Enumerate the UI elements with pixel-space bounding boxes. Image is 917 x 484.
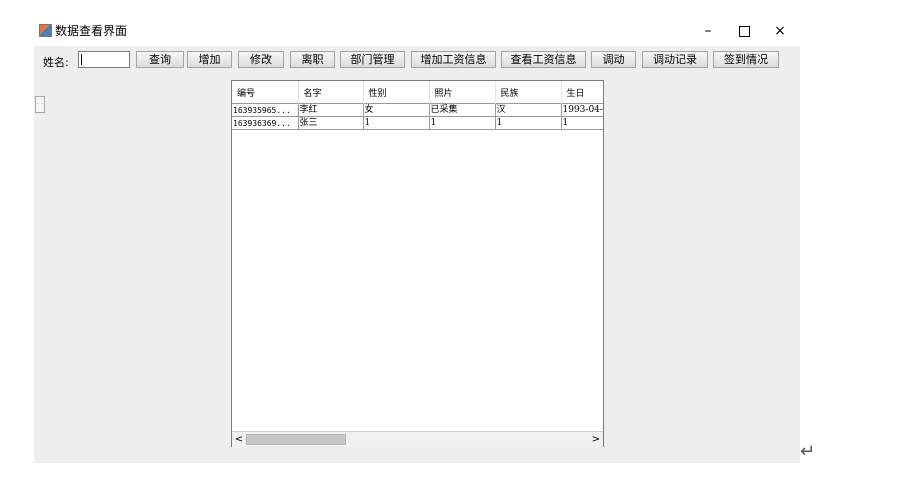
table-header-row: 编号 名字 性别 照片 民族 生日 — [232, 81, 603, 104]
title-bar[interactable]: 数据查看界面 – × — [34, 16, 800, 46]
cell-id[interactable]: 163936369... — [232, 116, 299, 130]
employee-table: 编号 名字 性别 照片 民族 生日 163935965... 李红 女 已采集 — [232, 81, 603, 130]
column-header-id[interactable]: 编号 — [232, 81, 299, 104]
cell-name[interactable]: 李红 — [298, 103, 364, 117]
cell-birthday[interactable]: 1 — [561, 116, 603, 130]
department-manage-button[interactable]: 部门管理 — [340, 51, 405, 68]
side-drag-handle[interactable]: · · — [35, 96, 45, 113]
add-salary-button[interactable]: 增加工资信息 — [411, 51, 496, 68]
maximize-icon — [738, 25, 750, 37]
cell-photo[interactable]: 已采集 — [429, 103, 496, 117]
edit-button[interactable]: 修改 — [238, 51, 284, 68]
cell-gender[interactable]: 1 — [363, 116, 430, 130]
cell-id[interactable]: 163935965... — [232, 103, 299, 117]
name-label: 姓名: — [43, 56, 69, 69]
close-button[interactable]: × — [762, 16, 798, 46]
column-header-birthday[interactable]: 生日 — [561, 81, 603, 104]
scroll-right-arrow-icon[interactable]: > — [589, 432, 603, 447]
query-button[interactable]: 查询 — [136, 51, 184, 68]
resign-button[interactable]: 离职 — [290, 51, 335, 68]
cell-gender[interactable]: 女 — [363, 103, 430, 117]
table-viewport: 编号 名字 性别 照片 民族 生日 163935965... 李红 女 已采集 — [232, 81, 603, 431]
window-title: 数据查看界面 — [55, 24, 128, 38]
view-salary-button[interactable]: 查看工资信息 — [501, 51, 586, 68]
transfer-button[interactable]: 调动 — [591, 51, 636, 68]
cell-ethnicity[interactable]: 汉 — [495, 103, 562, 117]
column-header-gender[interactable]: 性别 — [363, 81, 430, 104]
attendance-button[interactable]: 签到情况 — [713, 51, 779, 68]
add-button[interactable]: 增加 — [187, 51, 232, 68]
column-header-photo[interactable]: 照片 — [429, 81, 496, 104]
text-caret — [81, 54, 82, 65]
maximize-button[interactable] — [726, 16, 762, 46]
scroll-thumb[interactable] — [246, 434, 346, 445]
table-row[interactable]: 163936369... 张三 1 1 1 1 — [232, 116, 603, 130]
minimize-button[interactable]: – — [690, 16, 726, 46]
java-app-icon — [39, 24, 52, 37]
cell-name[interactable]: 张三 — [298, 116, 364, 130]
scroll-left-arrow-icon[interactable]: < — [232, 432, 246, 447]
column-header-ethnicity[interactable]: 民族 — [495, 81, 562, 104]
cell-birthday[interactable]: 1993-04-: — [561, 103, 603, 117]
transfer-record-button[interactable]: 调动记录 — [642, 51, 708, 68]
column-header-name[interactable]: 名字 — [298, 81, 364, 104]
cell-ethnicity[interactable]: 1 — [495, 116, 562, 130]
name-input[interactable] — [78, 51, 130, 68]
return-arrow-icon: ↵ — [800, 441, 816, 462]
horizontal-scrollbar[interactable]: < > — [232, 431, 603, 447]
table-row[interactable]: 163935965... 李红 女 已采集 汉 1993-04-: — [232, 103, 603, 117]
main-window: 数据查看界面 – × 姓名: 查询 增加 修改 离职 部门管理 增加工资信息 查… — [34, 16, 800, 463]
cell-photo[interactable]: 1 — [429, 116, 496, 130]
employee-table-panel: 编号 名字 性别 照片 民族 生日 163935965... 李红 女 已采集 — [231, 80, 604, 447]
